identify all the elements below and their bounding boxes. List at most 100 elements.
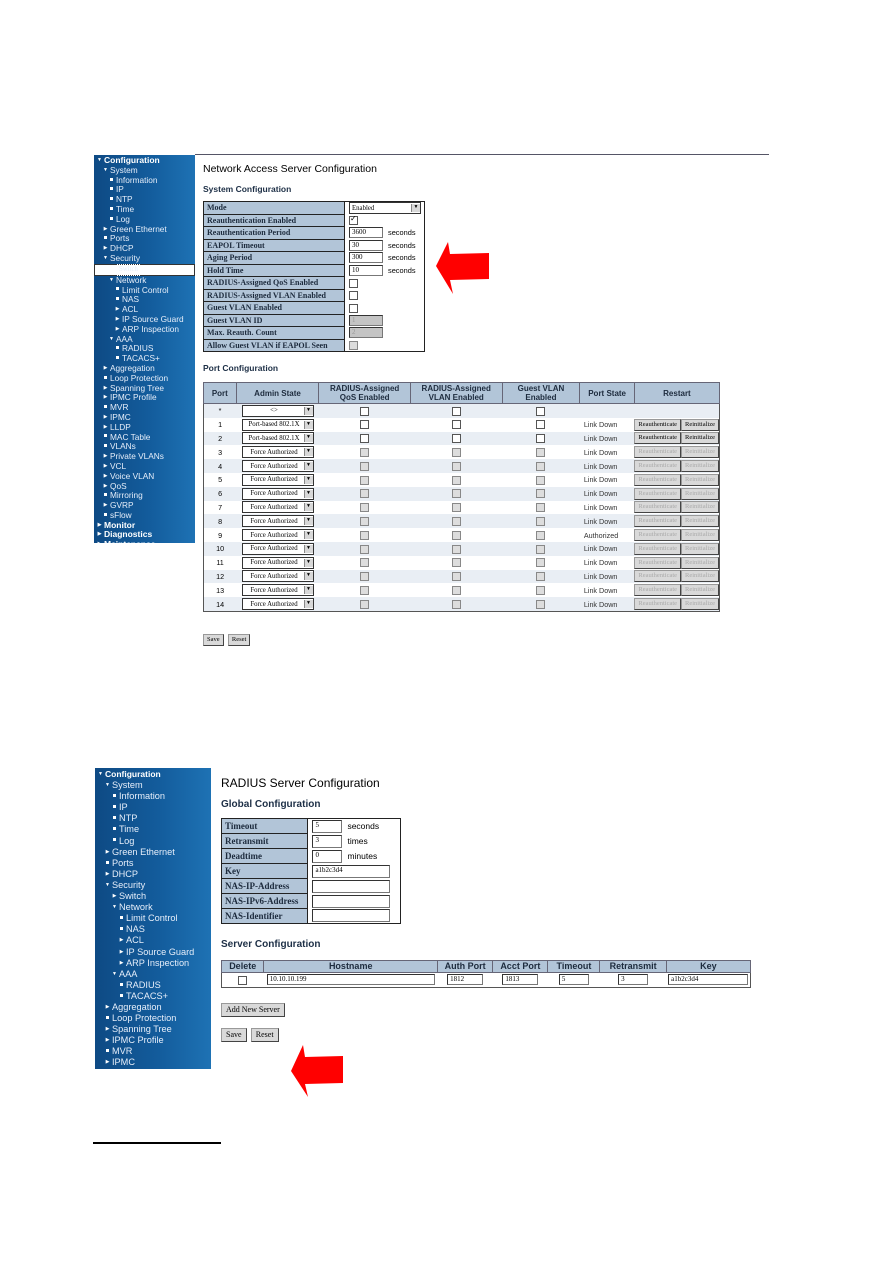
admin-state-select[interactable]: Force Authorized ▼ <box>241 487 314 500</box>
admin-state-select[interactable]: Force Authorized ▼ <box>241 515 314 528</box>
nav-item-information[interactable]: Information <box>95 791 211 802</box>
nav-item-arp-inspection[interactable]: ARP Inspection <box>94 324 195 335</box>
nav-item-radius[interactable]: RADIUS <box>95 980 211 991</box>
checkbox[interactable] <box>349 278 358 288</box>
nav-item-ipmc[interactable]: IPMC <box>95 1057 211 1068</box>
nav-item-time[interactable]: Time <box>95 824 211 835</box>
admin-state-select[interactable]: Force Authorized ▼ <box>241 460 314 473</box>
admin-state-select[interactable]: Force Authorized ▼ <box>241 473 314 486</box>
nav-item-security[interactable]: Security <box>94 253 195 264</box>
admin-state-select[interactable]: Force Authorized ▼ <box>241 529 314 542</box>
nav-item-network[interactable]: Network <box>95 902 211 913</box>
reset-button[interactable]: Reset <box>227 634 251 646</box>
admin-state-select[interactable]: Force Authorized ▼ <box>241 446 314 459</box>
nav-item-loop-protection[interactable]: Loop Protection <box>95 1013 211 1024</box>
nav-item-aaa[interactable]: AAA <box>95 969 211 980</box>
nav-item-limit-control[interactable]: Limit Control <box>95 913 211 924</box>
text-input[interactable]: 3600 <box>349 227 383 239</box>
qos-cell <box>318 528 411 542</box>
guest-checkbox[interactable] <box>536 434 546 444</box>
vlan-checkbox[interactable] <box>451 434 461 444</box>
reinitialize-button[interactable]: Reinitialize <box>681 418 719 431</box>
nav-item-dhcp[interactable]: DHCP <box>95 869 211 880</box>
nav-item-configuration[interactable]: Configuration <box>95 769 211 780</box>
retransmit-input[interactable]: 3 <box>618 974 649 986</box>
checkbox[interactable] <box>349 214 358 225</box>
admin-state-select[interactable]: Force Authorized ▼ <box>241 501 314 514</box>
nav-item-tacacs-[interactable]: TACACS+ <box>95 991 211 1002</box>
checkbox[interactable] <box>349 303 358 313</box>
nav-item-ntp[interactable]: NTP <box>95 813 211 824</box>
reauthenticate-button[interactable]: Reauthenticate <box>634 432 682 445</box>
nas-ip-address-input[interactable] <box>312 879 391 893</box>
vlan-checkbox[interactable] <box>451 420 461 430</box>
save-button[interactable]: Save <box>203 634 224 646</box>
add-new-server-button[interactable]: Add New Server <box>221 1003 285 1017</box>
qos-checkbox[interactable] <box>360 434 370 444</box>
nav-item-ip[interactable]: IP <box>94 185 195 195</box>
guest-checkbox[interactable] <box>536 406 546 416</box>
admin-state-select[interactable]: Force Authorized ▼ <box>241 598 314 611</box>
acct-port-input[interactable]: 1813 <box>502 974 539 986</box>
admin-state-select[interactable]: <> ▼ <box>241 404 314 417</box>
deadtime-input[interactable]: 0 <box>312 849 343 863</box>
nav-item-system[interactable]: System <box>95 780 211 791</box>
reinitialize-button[interactable]: Reinitialize <box>681 432 719 445</box>
vlan-checkbox[interactable] <box>451 406 461 416</box>
nav-item-switch[interactable]: Switch <box>94 263 195 276</box>
nav-item-green-ethernet[interactable]: Green Ethernet <box>95 847 211 858</box>
nav-item-switch[interactable]: Switch <box>95 891 211 902</box>
timeout-input[interactable]: 5 <box>312 819 343 833</box>
text-input[interactable]: 30 <box>349 239 383 251</box>
text-input[interactable]: 10 <box>349 264 383 276</box>
hostname-input[interactable]: 10.10.10.199 <box>266 974 435 986</box>
reinit-cell: Reinitialize <box>681 541 720 556</box>
nav-item-ipmc-profile[interactable]: IPMC Profile <box>95 1035 211 1046</box>
key-input[interactable]: a1b2c3d4 <box>668 974 749 986</box>
delete-checkbox[interactable] <box>238 975 248 985</box>
nav-item-information[interactable]: Information <box>94 175 195 186</box>
radius-reset-button[interactable]: Reset <box>250 1028 279 1042</box>
admin-state-select[interactable]: Port-based 802.1X ▼ <box>241 432 314 445</box>
nav-item-aggregation[interactable]: Aggregation <box>95 1002 211 1013</box>
checkbox[interactable] <box>349 291 358 300</box>
admin-state-select[interactable]: Force Authorized ▼ <box>241 556 314 569</box>
collapsed-arrow-icon <box>102 225 109 235</box>
guest-checkbox[interactable] <box>536 420 546 430</box>
nav-item-mvr[interactable]: MVR <box>95 1046 211 1057</box>
nas-identifier-input[interactable] <box>312 909 391 923</box>
nav-item-limit-control[interactable]: Limit Control <box>94 285 195 296</box>
auth-port-input[interactable]: 1812 <box>447 974 484 986</box>
nav-item-acl[interactable]: ACL <box>95 935 211 946</box>
radius-save-button[interactable]: Save <box>221 1028 247 1042</box>
table-row: 13 Force Authorized ▼ Link Down Reauthentica… <box>203 583 720 598</box>
qos-checkbox[interactable] <box>360 406 370 416</box>
qos-checkbox[interactable] <box>360 420 370 430</box>
nav-item-arp-inspection[interactable]: ARP Inspection <box>95 958 211 969</box>
timeout-input[interactable]: 5 <box>558 974 589 986</box>
reauthenticate-button[interactable]: Reauthenticate <box>634 418 682 431</box>
nav-item-nas[interactable]: NAS <box>95 924 211 935</box>
key-input[interactable]: a1b2c3d4 <box>312 864 391 878</box>
text-input[interactable]: 300 <box>349 252 383 264</box>
retransmit-input[interactable]: 3 <box>312 834 343 848</box>
row-value: 300 seconds <box>344 251 425 264</box>
vlan-cell <box>410 417 503 432</box>
nav-item-ip-source-guard[interactable]: IP Source Guard <box>95 947 211 958</box>
nav-item-ntp[interactable]: NTP <box>94 194 195 205</box>
nav-item-security[interactable]: Security <box>95 880 211 891</box>
nav-item-label: NTP <box>119 813 138 824</box>
nav-item-log[interactable]: Log <box>95 836 211 847</box>
admin-state-select[interactable]: Force Authorized ▼ <box>241 542 314 555</box>
admin-state-select[interactable]: Force Authorized ▼ <box>241 570 314 583</box>
mode-select[interactable]: Enabled ▼ <box>349 202 421 214</box>
nav-item-ports[interactable]: Ports <box>95 858 211 869</box>
nav-item-nas[interactable]: NAS <box>94 295 195 305</box>
nas-ipv6-address-input[interactable] <box>312 894 391 908</box>
nav-item-time[interactable]: Time <box>94 204 195 215</box>
nav-item-maintenance[interactable]: Maintenance <box>94 539 195 543</box>
admin-state-select[interactable]: Port-based 802.1X ▼ <box>241 418 314 431</box>
admin-state-select[interactable]: Force Authorized ▼ <box>241 584 314 597</box>
nav-item-ip[interactable]: IP <box>95 802 211 813</box>
nav-item-spanning-tree[interactable]: Spanning Tree <box>95 1024 211 1035</box>
